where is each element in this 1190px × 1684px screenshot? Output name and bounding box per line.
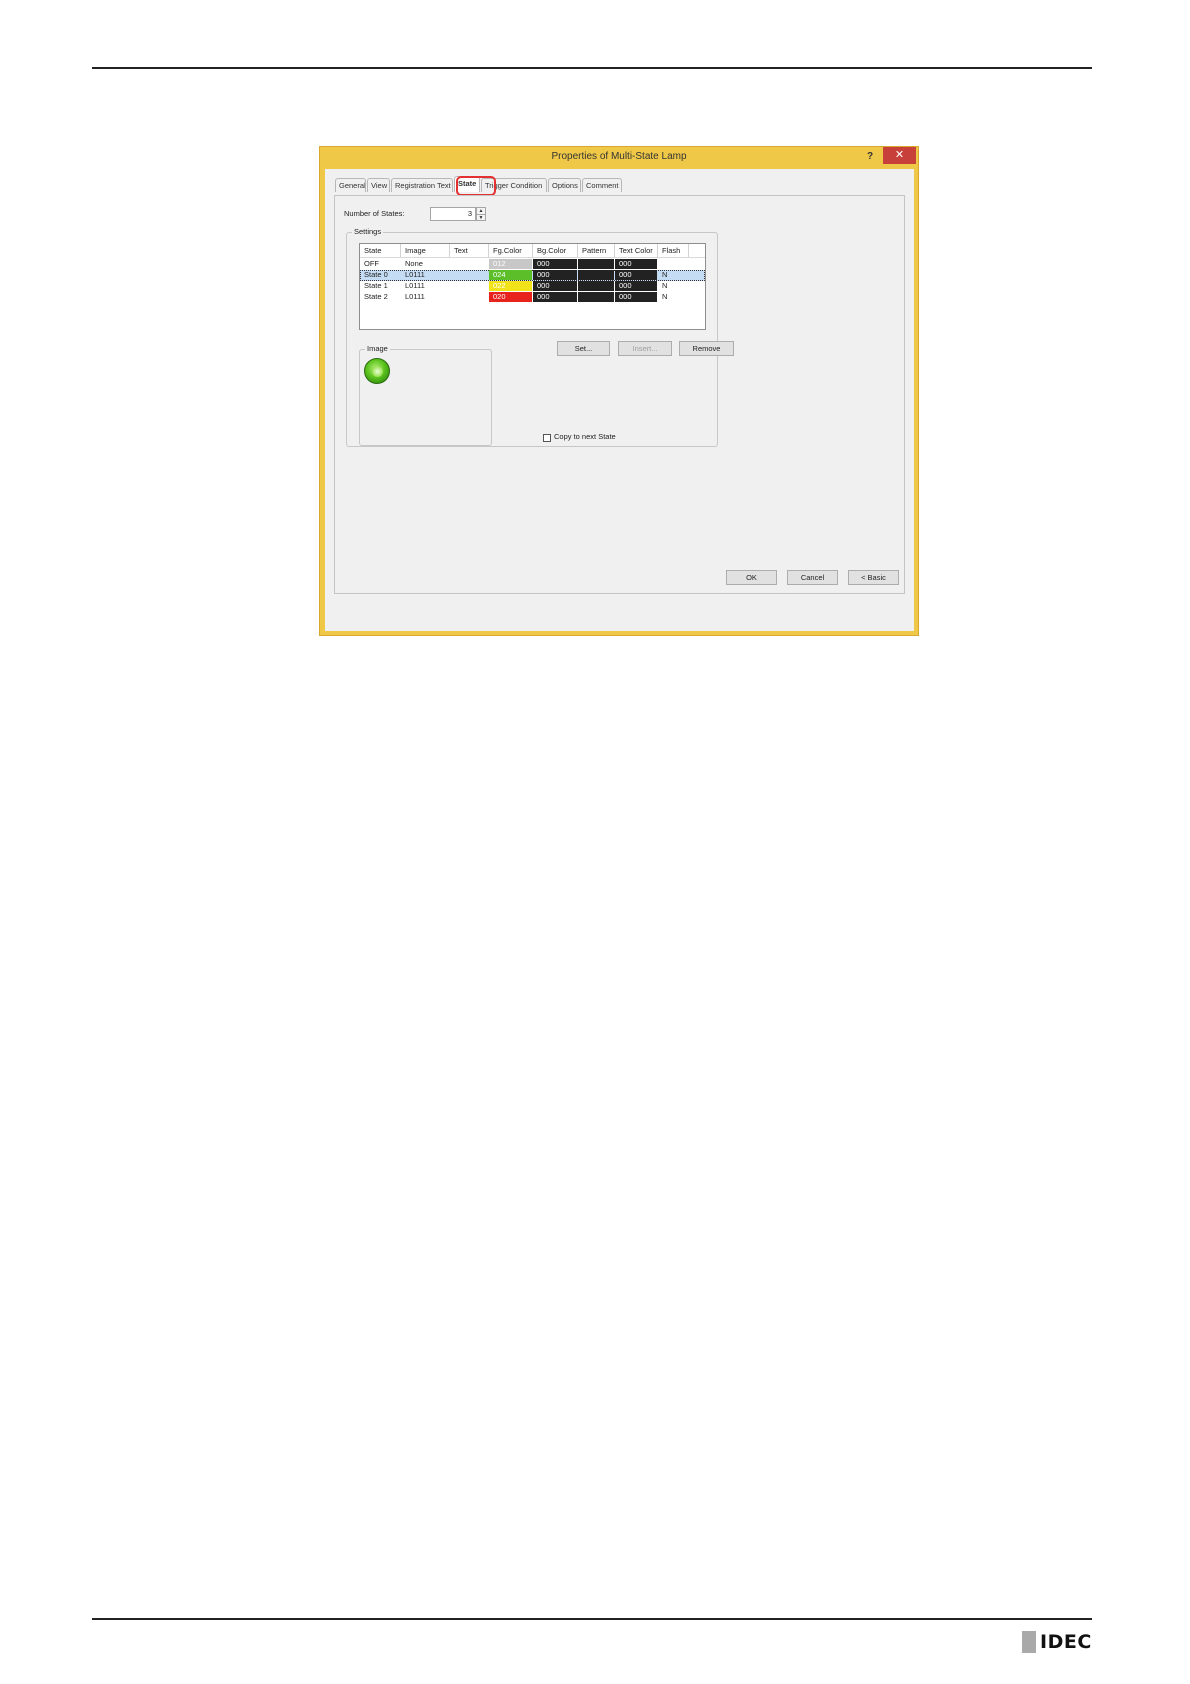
help-icon[interactable]: ?	[860, 148, 880, 166]
cell-image: L0111	[405, 292, 425, 301]
cell-bg-color: 000	[533, 270, 577, 280]
cell-image: L0111	[405, 281, 425, 290]
insert-button[interactable]: Insert...	[618, 341, 672, 356]
state-tab-panel: Number of States: 3 ▲ ▼ Settings State I…	[334, 195, 905, 594]
cell-fg-color: 012	[489, 259, 532, 269]
col-text[interactable]: Text	[450, 244, 489, 257]
close-icon[interactable]: ✕	[883, 147, 916, 164]
dialog-title: Properties of Multi-State Lamp	[551, 151, 687, 162]
green-lamp-icon	[364, 358, 390, 384]
cell-text-color: 000	[615, 281, 657, 291]
dialog-client: General View Registration Text State Tri…	[325, 169, 914, 631]
logo-bar	[1022, 1631, 1036, 1653]
cell-text	[450, 281, 489, 291]
cell-flash	[658, 259, 689, 269]
grid-header: State Image Text Fg.Color Bg.Color Patte…	[360, 244, 705, 258]
number-of-states-label: Number of States:	[344, 209, 405, 218]
spin-down-icon[interactable]: ▼	[477, 214, 485, 221]
number-of-states-input[interactable]: 3	[430, 207, 476, 221]
grid-row-state-0[interactable]: State 0 L0111 024 000 000 N	[360, 270, 705, 281]
cell-flash: N	[662, 281, 668, 290]
ok-button[interactable]: OK	[726, 570, 777, 585]
header-rule	[92, 67, 1092, 69]
image-preview-title: Image	[365, 344, 390, 353]
cell-pattern	[578, 292, 614, 302]
grid-row-off[interactable]: OFF None 012 000 000	[360, 259, 705, 270]
cell-pattern	[578, 281, 614, 291]
idec-logo: IDEC	[1022, 1630, 1092, 1654]
tab-comment[interactable]: Comment	[582, 178, 622, 192]
cell-pattern	[578, 259, 614, 269]
tab-options[interactable]: Options	[548, 178, 581, 192]
col-bg-color[interactable]: Bg.Color	[533, 244, 578, 257]
tab-registration-text[interactable]: Registration Text	[391, 178, 453, 192]
number-of-states-spinner[interactable]: ▲ ▼	[476, 207, 486, 221]
col-pattern[interactable]: Pattern	[578, 244, 615, 257]
settings-group: Settings State Image Text Fg.Color Bg.Co…	[346, 227, 734, 447]
col-text-color[interactable]: Text Color	[615, 244, 658, 257]
cell-flash: N	[662, 270, 668, 279]
properties-dialog: Properties of Multi-State Lamp ? ✕ Gener…	[319, 146, 919, 636]
tab-general[interactable]: General	[335, 178, 366, 192]
logo-text: IDEC	[1040, 1631, 1092, 1653]
grid-row-state-2[interactable]: State 2 L0111 020 000 000 N	[360, 292, 705, 303]
cell-bg-color: 000	[533, 259, 577, 269]
col-fg-color[interactable]: Fg.Color	[489, 244, 533, 257]
image-preview-group: Image	[359, 344, 492, 446]
cell-state: State 2	[364, 292, 388, 301]
footer-rule	[92, 1618, 1092, 1620]
cell-flash: N	[662, 292, 668, 301]
dialog-titlebar[interactable]: Properties of Multi-State Lamp ? ✕	[320, 147, 918, 169]
cell-text-color: 000	[615, 259, 657, 269]
col-flash[interactable]: Flash	[658, 244, 689, 257]
set-button[interactable]: Set...	[557, 341, 610, 356]
cancel-button[interactable]: Cancel	[787, 570, 838, 585]
tab-view[interactable]: View	[367, 178, 390, 192]
cell-bg-color: 000	[533, 292, 577, 302]
cell-text-color: 000	[615, 292, 657, 302]
copy-to-next-state-checkbox[interactable]	[543, 434, 551, 442]
cell-image: L0111	[405, 270, 425, 279]
cell-fg-color: 024	[489, 270, 532, 280]
tab-highlight-ring	[456, 176, 496, 196]
cell-image: None	[405, 259, 423, 268]
cell-state: OFF	[364, 259, 379, 268]
col-image[interactable]: Image	[401, 244, 450, 257]
cell-text	[450, 270, 489, 280]
copy-to-next-state-label[interactable]: Copy to next State	[554, 432, 616, 441]
basic-button[interactable]: < Basic	[848, 570, 899, 585]
cell-text	[450, 292, 489, 302]
cell-text	[450, 259, 489, 269]
remove-button[interactable]: Remove	[679, 341, 734, 356]
cell-fg-color: 022	[489, 281, 532, 291]
cell-state: State 0	[364, 270, 388, 279]
cell-bg-color: 000	[533, 281, 577, 291]
cell-fg-color: 020	[489, 292, 532, 302]
cell-pattern	[578, 270, 614, 280]
col-state[interactable]: State	[360, 244, 401, 257]
states-grid[interactable]: State Image Text Fg.Color Bg.Color Patte…	[359, 243, 706, 330]
grid-row-state-1[interactable]: State 1 L0111 022 000 000 N	[360, 281, 705, 292]
lamp-highlight	[372, 366, 383, 377]
cell-state: State 1	[364, 281, 388, 290]
settings-group-title: Settings	[352, 227, 384, 236]
cell-text-color: 000	[615, 270, 657, 280]
